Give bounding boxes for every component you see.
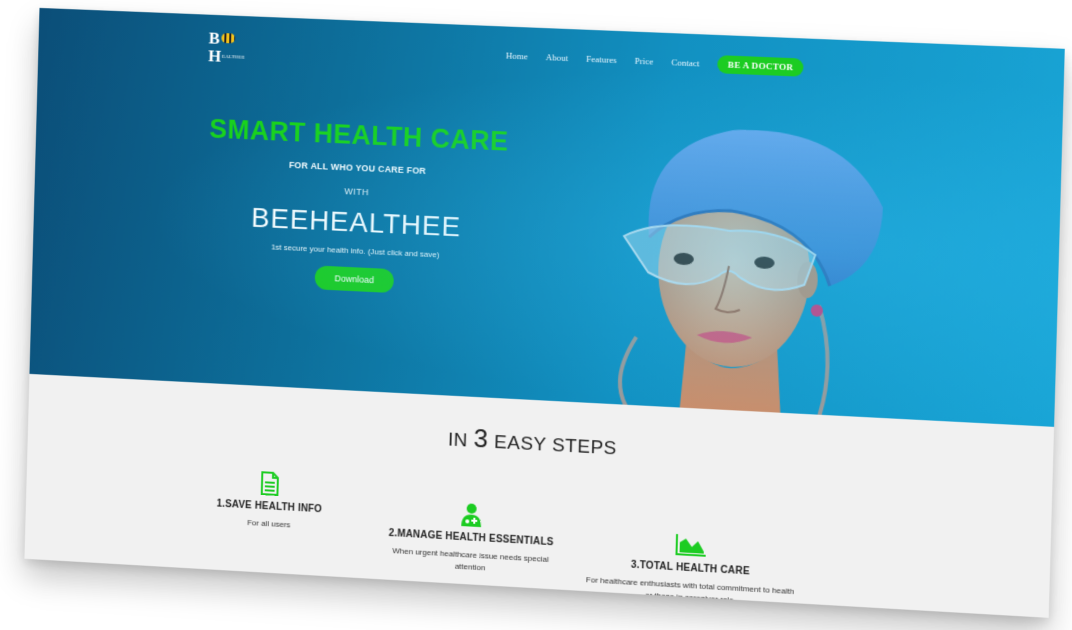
logo-letter-h: H [207,46,222,66]
document-icon [259,471,281,496]
nav-price[interactable]: Price [635,56,654,67]
step-total-health-care: 3.TOTAL HEALTH CARE For healthcare enthu… [584,527,797,610]
download-button[interactable]: Download [314,265,395,294]
step-2-desc: When urgent healthcare issue needs speci… [392,546,549,573]
nav-contact[interactable]: Contact [671,57,699,68]
be-a-doctor-button[interactable]: BE A DOCTOR [717,55,804,77]
nav-features[interactable]: Features [586,54,617,65]
steps-title-number: 3 [473,422,489,454]
doctor-icon [461,503,482,527]
nav-about[interactable]: About [546,52,569,63]
step-1-title: 1.SAVE HEALTH INFO [216,498,323,516]
hero-brand: BEEHEALTHEE [250,201,462,243]
step-save-health-info: 1.SAVE HEALTH INFO For all users [200,468,339,534]
step-1-desc: For all users [247,518,291,530]
bee-icon [221,33,236,44]
website-screenshot: B H EALTHEE Home About Features Price Co… [24,7,1065,618]
step-3-desc: For healthcare enthusiasts with total co… [585,575,795,605]
steps-title-prefix: IN [447,429,469,452]
nav-home[interactable]: Home [506,51,528,62]
steps-title-suffix: EASY STEPS [493,431,618,460]
stage: B H EALTHEE Home About Features Price Co… [0,0,1072,630]
hero-copy: SMART HEALTH CARE FOR ALL WHO YOU CARE F… [187,113,527,299]
logo[interactable]: B H EALTHEE [208,29,256,69]
hero-subhead: FOR ALL WHO YOU CARE FOR [288,159,427,176]
logo-small-text: EALTHEE [221,54,245,61]
top-nav: Home About Features Price Contact BE A D… [506,47,804,77]
step-manage-health-essentials: 2.MANAGE HEALTH ESSENTIALS When urgent h… [376,497,567,578]
nurse-photo [574,125,885,421]
hero-headline: SMART HEALTH CARE [209,113,509,157]
area-chart-icon [674,532,707,558]
hero-section: B H EALTHEE Home About Features Price Co… [29,7,1065,427]
